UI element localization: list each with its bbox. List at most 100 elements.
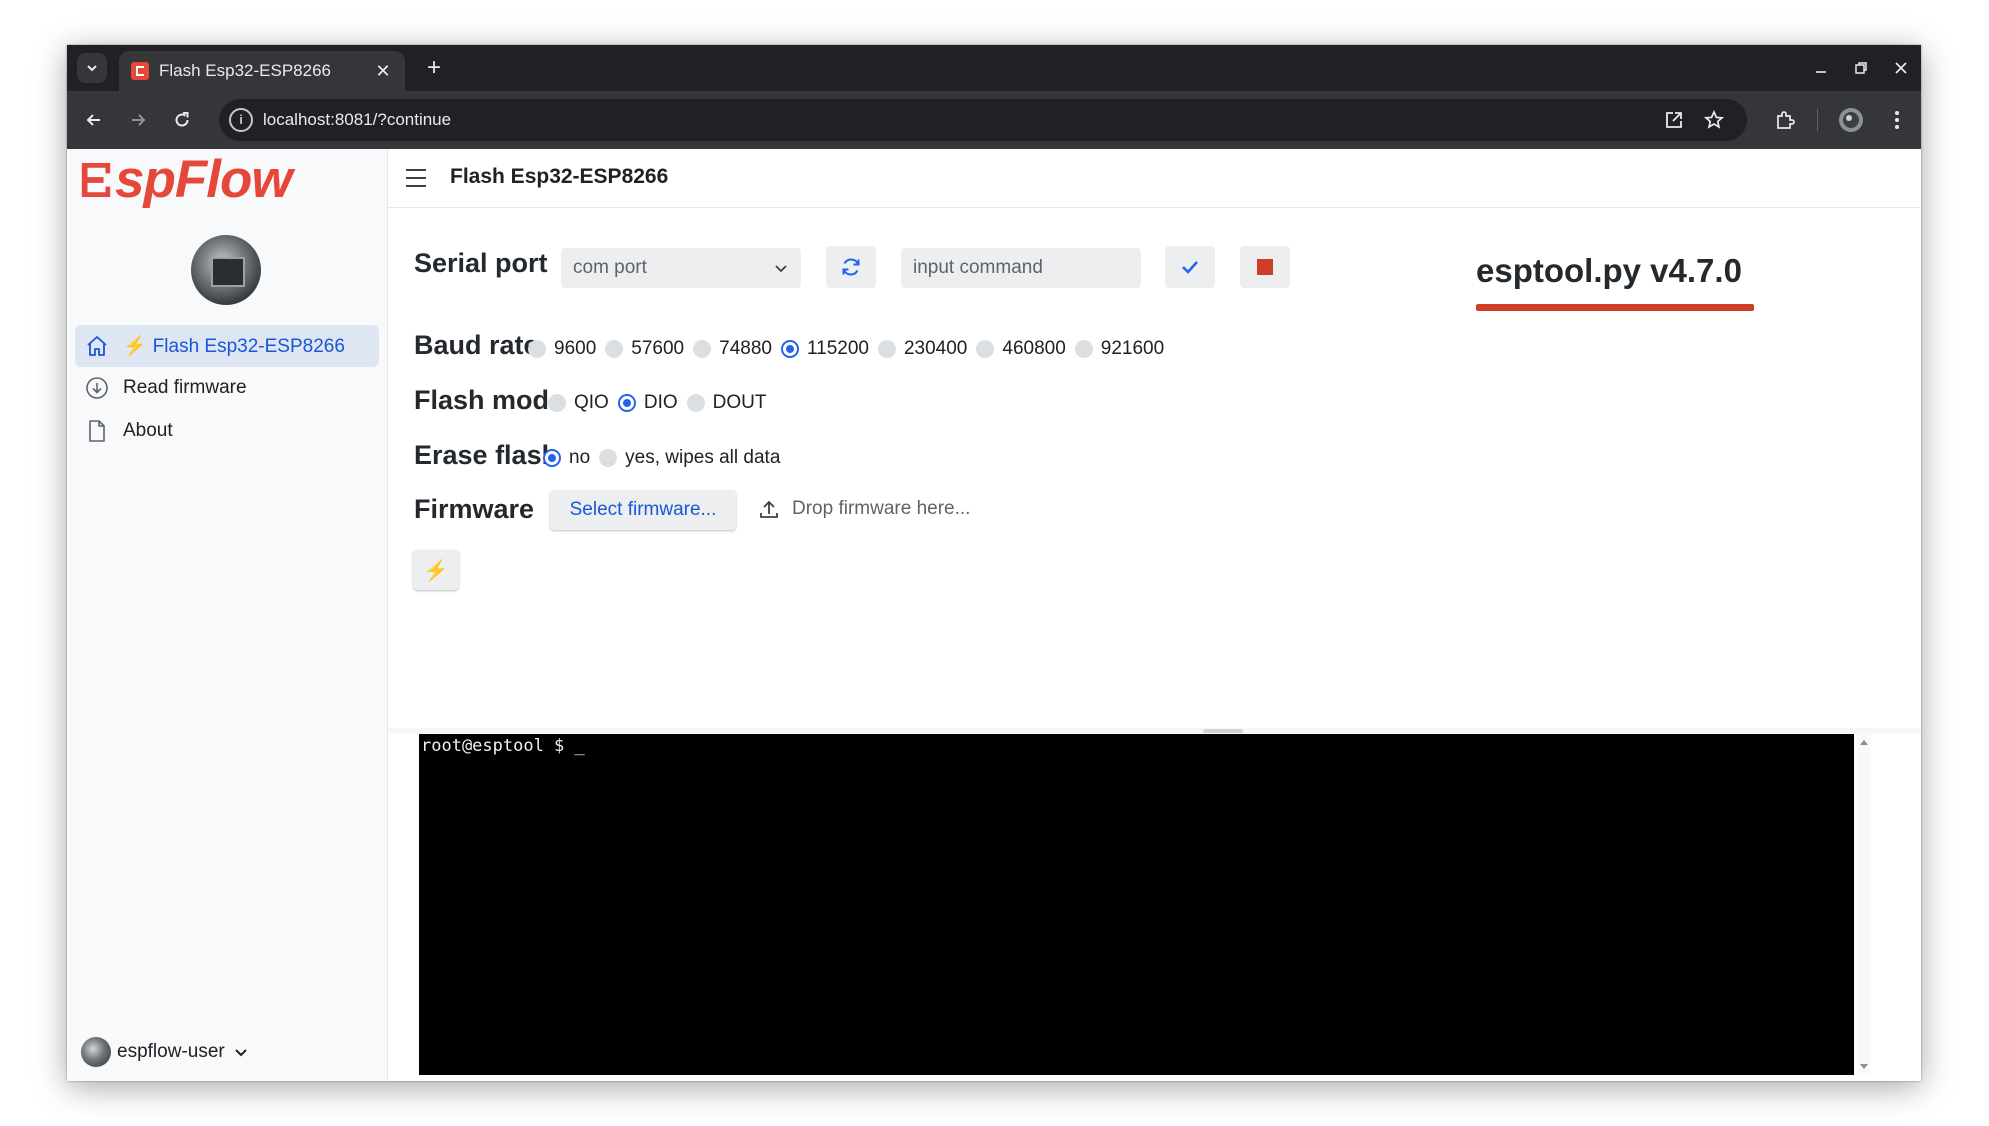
sidebar-item-label: Flash Esp32-ESP8266 [152, 336, 345, 357]
toolbar-separator [1817, 109, 1818, 131]
profile-avatar-icon[interactable] [1836, 105, 1866, 135]
close-icon [1895, 62, 1907, 74]
radio-label: yes, wipes all data [625, 447, 781, 468]
radio-label: 115200 [806, 338, 869, 359]
tab-close-icon[interactable]: ✕ [369, 61, 397, 82]
refresh-ports-button[interactable] [826, 246, 876, 288]
erase-radio-yes-wipes-all-data[interactable]: yes, wipes all data [599, 447, 780, 469]
user-menu[interactable]: espflow-user [81, 1037, 249, 1067]
upload-icon [760, 500, 778, 518]
user-name: espflow-user [117, 1041, 225, 1062]
version-underline [1476, 304, 1754, 311]
sidebar-item-label: Read firmware [123, 377, 247, 398]
back-button[interactable] [79, 105, 109, 135]
baud-radio-921600[interactable]: 921600 [1074, 338, 1165, 360]
url-text: localhost:8081/?continue [263, 110, 452, 129]
radio-indicator [976, 340, 995, 358]
browser-window: Flash Esp32-ESP8266 ✕ + i localhost:8081… [67, 45, 1921, 1081]
radio-label: 9600 [554, 338, 597, 359]
sidebar-item-read-firmware[interactable]: Read firmware [75, 367, 379, 409]
tab-title: Flash Esp32-ESP8266 [159, 61, 331, 80]
baud-radio-230400[interactable]: 230400 [877, 338, 968, 360]
radio-indicator [599, 449, 618, 467]
baud-radio-57600[interactable]: 57600 [605, 338, 684, 360]
baud-radio-74880[interactable]: 74880 [693, 338, 772, 360]
forward-button[interactable] [123, 105, 153, 135]
bookmark-star-icon[interactable] [1701, 107, 1727, 133]
radio-indicator [686, 394, 705, 412]
new-tab-button[interactable]: + [419, 53, 449, 83]
lightning-icon: ⚡ [423, 559, 449, 582]
app-header: Flash Esp32-ESP8266 [388, 149, 1921, 208]
select-firmware-button[interactable]: Select firmware... [550, 490, 736, 530]
drop-firmware-text: Drop firmware here... [792, 498, 971, 519]
logo-e-icon [81, 163, 111, 197]
close-window-button[interactable] [1884, 53, 1918, 83]
user-avatar [81, 1037, 111, 1067]
sidebar-item-flash[interactable]: ⚡ Flash Esp32-ESP8266 [75, 325, 379, 367]
scroll-up-icon[interactable] [1860, 740, 1868, 745]
open-in-app-icon[interactable] [1661, 107, 1687, 133]
tab-bar: Flash Esp32-ESP8266 ✕ + [67, 45, 1921, 91]
site-info-icon[interactable]: i [229, 108, 253, 132]
flash-mode-radio-dout[interactable]: DOUT [686, 392, 767, 414]
radio-label: no [569, 447, 591, 468]
sidebar-avatar [191, 235, 261, 305]
radio-label: DIO [643, 392, 678, 413]
terminal-scrollbar[interactable] [1857, 734, 1871, 1075]
espflow-logo: spFlow [79, 150, 293, 209]
flash-button[interactable]: ⚡ [413, 550, 459, 590]
radio-indicator [617, 394, 636, 412]
browser-tab[interactable]: Flash Esp32-ESP8266 ✕ [119, 51, 405, 91]
radio-label: 921600 [1100, 338, 1165, 359]
tab-search-button[interactable] [77, 53, 107, 83]
menu-toggle-icon[interactable] [406, 169, 426, 187]
send-command-button[interactable] [1165, 246, 1215, 288]
flash-mode-radio-qio[interactable]: QIO [548, 392, 609, 414]
flash-form: Serial port com port esptool.py v4.7.0 B… [388, 208, 1921, 728]
checkmark-icon [1182, 261, 1198, 274]
restore-button[interactable] [1844, 53, 1878, 83]
reload-icon [175, 112, 189, 127]
home-icon [85, 334, 109, 358]
address-bar[interactable]: i localhost:8081/?continue [219, 99, 1747, 141]
stop-button[interactable] [1240, 246, 1290, 288]
radio-label: QIO [574, 392, 609, 413]
sidebar: spFlow ⚡ Flash Esp32-ESP8266 Read firmwar… [67, 149, 388, 1081]
restore-icon [1855, 62, 1867, 74]
radio-label: 460800 [1002, 338, 1066, 359]
terminal-prompt: root@esptool $ _ [421, 736, 585, 756]
scroll-down-icon[interactable] [1860, 1064, 1868, 1069]
split-handle[interactable] [1203, 729, 1243, 733]
radio-label: 230400 [903, 338, 968, 359]
serial-port-label: Serial port [414, 248, 548, 278]
erase-flash-label: Erase flash [414, 440, 559, 470]
sidebar-item-about[interactable]: About [75, 410, 379, 452]
chevron-down-icon [87, 65, 97, 72]
extensions-puzzle-icon[interactable] [1770, 105, 1800, 135]
lightning-icon: ⚡ [123, 336, 147, 357]
radio-indicator [693, 340, 712, 358]
logo-text: spFlow [115, 150, 293, 209]
browser-menu-icon[interactable] [1882, 105, 1912, 135]
serial-port-select[interactable]: com port [561, 248, 801, 288]
erase-flash-radio-group: no yes, wipes all data [543, 447, 789, 469]
flash-mode-radio-dio[interactable]: DIO [617, 392, 678, 414]
flash-mode-radio-group: QIO DIO DOUT [548, 392, 775, 414]
terminal-console[interactable]: root@esptool $ _ [419, 734, 1854, 1075]
erase-radio-no[interactable]: no [543, 447, 590, 469]
chevron-down-icon [773, 260, 789, 281]
radio-indicator [780, 340, 799, 358]
flash-mode-label: Flash mode [414, 385, 565, 415]
firmware-label: Firmware [414, 494, 535, 524]
firmware-drop-zone[interactable]: Drop firmware here... [758, 498, 970, 520]
espflow-favicon-icon [131, 62, 149, 80]
radio-label: DOUT [712, 392, 767, 413]
command-input[interactable] [901, 248, 1141, 288]
reload-button[interactable] [167, 105, 197, 135]
minimize-button[interactable] [1804, 53, 1838, 83]
baud-radio-460800[interactable]: 460800 [976, 338, 1066, 360]
esptool-version: esptool.py v4.7.0 [1476, 252, 1742, 289]
baud-radio-9600[interactable]: 9600 [528, 338, 596, 360]
baud-radio-115200[interactable]: 115200 [780, 338, 869, 360]
